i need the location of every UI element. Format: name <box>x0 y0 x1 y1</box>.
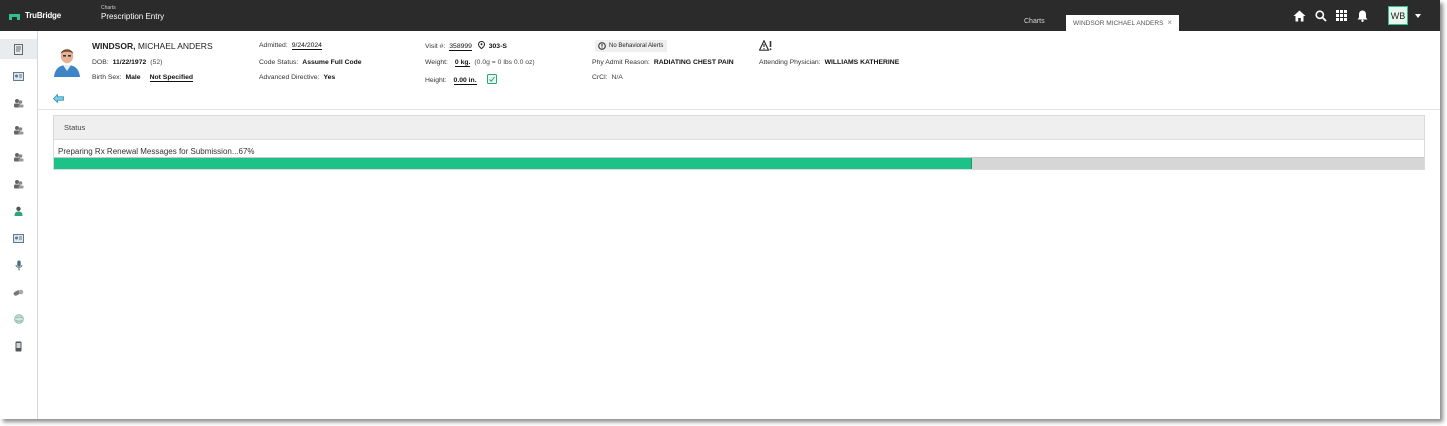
birth-sex-value: Male <box>125 74 141 81</box>
crcl-label: CrCl: <box>592 74 608 81</box>
app-title-block: Charts Prescription Entry <box>101 5 164 23</box>
sidebar-item-profile[interactable] <box>0 228 37 248</box>
patient-header: WINDSOR, MICHAEL ANDERS DOB: 11/22/1972 (5… <box>38 31 1440 89</box>
status-message: Preparing Rx Renewal Messages for Submis… <box>58 147 255 156</box>
tab-charts[interactable]: Charts <box>1024 18 1045 25</box>
sidebar-item-results[interactable] <box>0 120 37 140</box>
alert-shield-icon <box>598 42 606 50</box>
home-icon[interactable] <box>1292 8 1307 23</box>
attending-value: WILLIAMS KATHERINE <box>824 59 900 66</box>
code-status-label: Code Status: <box>259 59 299 66</box>
height-value[interactable]: 0.00 in. <box>453 77 477 85</box>
room-value: 303-S <box>488 43 507 50</box>
patient-first-name: MICHAEL ANDERS <box>137 41 213 51</box>
document-icon <box>14 43 23 55</box>
age-value: (52) <box>150 59 163 66</box>
app-window: TruBridge Charts Prescription Entry Char… <box>0 0 1440 419</box>
patient-last-name: WINDSOR, <box>92 41 136 51</box>
weight-detail: (0.0g = 0 lbs 0.0 oz) <box>474 59 535 66</box>
search-icon[interactable] <box>1313 8 1328 23</box>
back-arrow-icon[interactable] <box>53 94 64 103</box>
advanced-directive-value: Yes <box>323 74 336 81</box>
gender-identity-link[interactable]: Not Specified <box>149 74 194 82</box>
attending-field: Attending Physician: WILLIAMS KATHERINE <box>759 59 899 66</box>
birth-sex-label: Birth Sex: <box>92 74 122 81</box>
weight-label: Weight: <box>425 59 448 66</box>
height-label: Height: <box>425 77 447 84</box>
tab-patient-label: WINDSOR MICHAEL ANDERS <box>1073 19 1164 27</box>
id-card-icon <box>13 71 24 81</box>
sidebar <box>0 31 38 419</box>
progress-bar-fill <box>54 158 972 169</box>
people-icon <box>14 180 24 189</box>
admitted-value[interactable]: 9/24/2024 <box>291 42 322 50</box>
dob-label: DOB: <box>92 59 109 66</box>
page-title: Prescription Entry <box>101 12 165 21</box>
device-icon <box>15 341 22 351</box>
admit-reason-field: Phy Admit Reason: RADIATING CHEST PAIN <box>592 59 734 66</box>
tab-patient[interactable]: WINDSOR MICHAEL ANDERS × <box>1066 15 1179 31</box>
patient-photo <box>50 44 84 77</box>
user-avatar[interactable]: WB <box>1388 6 1408 25</box>
advanced-directive-field: Advanced Directive: Yes <box>259 74 335 81</box>
code-status-field: Code Status: Assume Full Code <box>259 59 362 66</box>
chevron-down-icon[interactable] <box>1415 14 1421 18</box>
sidebar-item-medications[interactable] <box>0 282 37 302</box>
crcl-value: N/A <box>611 74 623 81</box>
attending-label: Attending Physician: <box>759 59 821 66</box>
weight-value[interactable]: 0 kg. <box>454 59 471 67</box>
visit-label: Visit #: <box>425 43 446 50</box>
height-field: Height: 0.00 in. <box>425 74 498 85</box>
code-status-value: Assume Full Code <box>302 59 362 66</box>
id-card-icon <box>13 233 24 243</box>
brand-name: TruBridge <box>25 11 61 20</box>
behavioral-alerts-label: No Behavioral Alerts <box>609 43 664 49</box>
progress-bar <box>54 157 1424 169</box>
people-icon <box>14 126 24 135</box>
sidebar-item-dictation[interactable] <box>0 255 37 275</box>
allergy-warning-icon[interactable] <box>759 40 773 51</box>
sidebar-item-team[interactable] <box>0 174 37 194</box>
sidebar-item-device[interactable] <box>0 336 37 356</box>
globe-icon <box>13 314 24 324</box>
sidebar-item-chart[interactable] <box>0 39 37 59</box>
sidebar-item-demographics[interactable] <box>0 66 37 86</box>
visit-field: Visit #: 358999 303-S <box>425 40 507 51</box>
weight-field: Weight: 0 kg. (0.0g = 0 lbs 0.0 oz) <box>425 59 535 67</box>
sidebar-item-orders[interactable] <box>0 93 37 113</box>
close-icon[interactable]: × <box>1167 18 1172 27</box>
dob-field: DOB: 11/22/1972 (52) <box>92 59 162 66</box>
crcl-field: CrCl: N/A <box>592 74 623 81</box>
admitted-field: Admitted: 9/24/2024 <box>259 42 322 50</box>
admit-reason-label: Phy Admit Reason: <box>592 59 650 66</box>
patient-name: WINDSOR, MICHAEL ANDERS <box>92 41 213 51</box>
people-icon <box>14 99 24 108</box>
person-icon <box>14 206 23 216</box>
status-panel-title: Status <box>54 116 1424 140</box>
bell-icon[interactable] <box>1355 8 1370 23</box>
sidebar-item-education[interactable] <box>0 309 37 329</box>
apps-grid-icon[interactable] <box>1334 8 1349 23</box>
toolbar <box>38 89 1440 110</box>
brand-logo-icon <box>9 12 20 20</box>
dob-value: 11/22/1972 <box>112 59 147 66</box>
top-icons <box>1292 8 1370 23</box>
advanced-directive-label: Advanced Directive: <box>259 74 320 81</box>
birth-sex-field: Birth Sex: Male Not Specified <box>92 74 194 82</box>
admitted-label: Admitted: <box>259 42 288 49</box>
status-panel: Status Preparing Rx Renewal Messages for… <box>53 115 1425 170</box>
admit-reason-value: RADIATING CHEST PAIN <box>653 59 734 66</box>
pills-icon <box>13 289 24 296</box>
sidebar-item-notes[interactable] <box>0 147 37 167</box>
calculator-icon[interactable] <box>487 74 498 84</box>
brand[interactable]: TruBridge <box>9 11 61 20</box>
visit-value[interactable]: 358999 <box>449 43 472 51</box>
top-bar: TruBridge Charts Prescription Entry Char… <box>0 0 1440 31</box>
behavioral-alerts-badge[interactable]: No Behavioral Alerts <box>595 40 668 52</box>
microphone-icon <box>15 260 22 270</box>
people-icon <box>14 153 24 162</box>
location-pin-icon <box>477 40 485 50</box>
sidebar-item-provider[interactable] <box>0 201 37 221</box>
